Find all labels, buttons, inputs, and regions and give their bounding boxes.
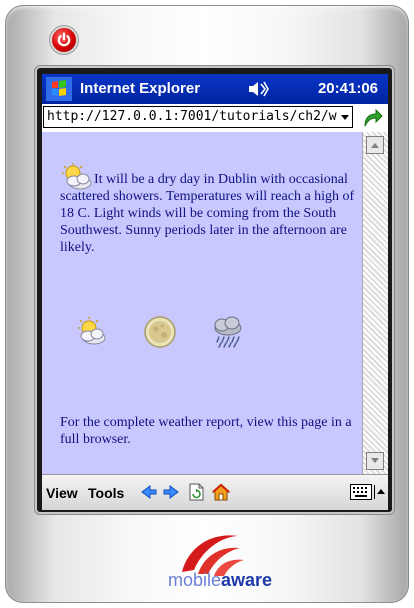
window-title: Internet Explorer bbox=[80, 80, 201, 97]
full-browser-note: For the complete weather report, view th… bbox=[60, 415, 352, 447]
address-input[interactable]: http://127.0.0.1:7001/tutorials/ch2/weat bbox=[43, 106, 353, 128]
brand-wordmark: mobileaware bbox=[150, 570, 290, 591]
chevron-down-icon bbox=[341, 115, 349, 120]
address-bar: http://127.0.0.1:7001/tutorials/ch2/weat bbox=[42, 104, 388, 132]
chevron-down-icon bbox=[371, 458, 379, 463]
power-button[interactable] bbox=[52, 28, 76, 52]
rain-cloud-icon bbox=[214, 316, 242, 348]
bottom-menu-bar: View Tools bbox=[42, 474, 388, 510]
moon-clear-night-icon bbox=[144, 316, 176, 348]
brand-part-mobile: mobile bbox=[167, 570, 221, 590]
input-panel-arrow-icon[interactable] bbox=[374, 485, 386, 499]
tools-menu[interactable]: Tools bbox=[88, 485, 124, 501]
address-value: http://127.0.0.1:7001/tutorials/ch2/weat bbox=[47, 109, 353, 124]
address-dropdown-button[interactable] bbox=[337, 107, 352, 127]
vertical-scrollbar[interactable] bbox=[362, 132, 388, 474]
title-bar: Internet Explorer 20:41:06 bbox=[42, 74, 388, 104]
keyboard-icon[interactable] bbox=[350, 484, 372, 500]
go-arrow-icon[interactable] bbox=[360, 107, 384, 129]
windows-start-flag-icon[interactable] bbox=[46, 77, 72, 101]
web-content: It will be a dry day in Dublin with occa… bbox=[42, 132, 362, 474]
speaker-volume-icon[interactable] bbox=[247, 80, 269, 98]
home-icon[interactable] bbox=[212, 483, 230, 501]
scroll-up-button[interactable] bbox=[366, 136, 384, 154]
clock-time[interactable]: 20:41:06 bbox=[318, 80, 378, 97]
refresh-page-icon[interactable] bbox=[187, 483, 205, 501]
weather-icons-row bbox=[74, 314, 274, 354]
scroll-down-button[interactable] bbox=[366, 452, 384, 470]
back-arrow-icon[interactable] bbox=[140, 483, 158, 501]
forward-arrow-icon[interactable] bbox=[162, 483, 180, 501]
chevron-up-icon bbox=[371, 143, 379, 148]
partly-cloudy-icon bbox=[62, 163, 92, 190]
brand-part-aware: aware bbox=[220, 570, 273, 590]
partly-cloudy-icon bbox=[78, 317, 106, 345]
power-icon bbox=[57, 32, 71, 47]
forecast-text: It will be a dry day in Dublin with occa… bbox=[60, 172, 355, 255]
forecast-paragraph: It will be a dry day in Dublin with occa… bbox=[60, 158, 358, 256]
view-menu[interactable]: View bbox=[46, 485, 78, 501]
